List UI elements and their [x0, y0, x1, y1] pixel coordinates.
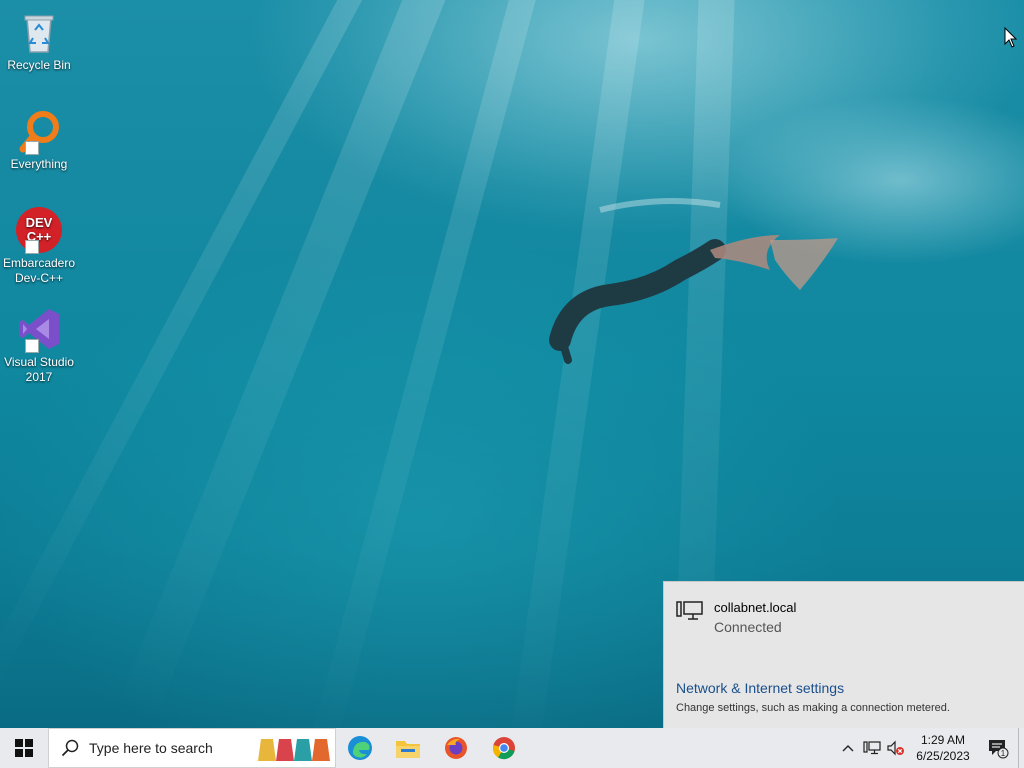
svg-text:DEV: DEV	[26, 215, 53, 230]
ethernet-icon	[863, 741, 881, 755]
everything-search-icon	[15, 107, 63, 155]
show-desktop-button[interactable]	[1018, 728, 1024, 768]
network-settings-description: Change settings, such as making a connec…	[676, 702, 950, 714]
desktop-icon-label: Recycle Bin	[7, 58, 71, 72]
chrome-icon	[492, 737, 515, 760]
visual-studio-icon	[15, 305, 63, 353]
search-icon	[61, 739, 79, 757]
chevron-up-icon	[842, 745, 854, 752]
network-flyout: collabnet.local Connected Network & Inte…	[663, 581, 1024, 728]
desktop-icon-recycle-bin[interactable]: Recycle Bin	[0, 8, 78, 73]
search-highlight-graphic-icon	[258, 739, 330, 761]
taskbar-clock[interactable]: 1:29 AM 6/25/2023	[908, 732, 978, 764]
diver-image	[549, 198, 838, 364]
desktop-icon-label: Visual Studio	[4, 355, 74, 369]
mouse-cursor-icon	[1004, 27, 1018, 48]
desktop-icon-devcpp[interactable]: DEV C++ Embarcadero Dev-C++	[0, 206, 78, 286]
taskbar-firefox[interactable]	[432, 728, 480, 768]
clock-time: 1:29 AM	[920, 733, 966, 747]
desktop-icon-label-line2: 2017	[25, 370, 53, 384]
network-settings-link[interactable]: Network & Internet settings	[676, 680, 844, 696]
devcpp-icon: DEV C++	[15, 206, 63, 254]
start-button[interactable]	[0, 728, 48, 768]
edge-icon	[348, 736, 372, 760]
ethernet-monitor-icon	[676, 601, 703, 620]
network-name: collabnet.local	[714, 600, 797, 615]
shortcut-arrow-icon	[25, 141, 39, 155]
taskbar-chrome[interactable]	[480, 728, 528, 768]
notification-count: 1	[1001, 749, 1006, 758]
taskbar-search-box[interactable]: Type here to search	[48, 728, 336, 768]
volume-tray-button[interactable]	[884, 728, 908, 768]
network-item[interactable]: collabnet.local Connected	[676, 600, 796, 635]
desktop-icon-label: Embarcadero	[2, 256, 76, 270]
search-placeholder: Type here to search	[89, 740, 213, 756]
system-tray: 1:29 AM 6/25/2023 1	[836, 728, 1024, 768]
desktop-icon-everything[interactable]: Everything	[0, 107, 78, 172]
taskbar-file-explorer[interactable]	[384, 728, 432, 768]
shortcut-arrow-icon	[25, 339, 39, 353]
file-explorer-icon	[396, 741, 420, 758]
shortcut-arrow-icon	[25, 240, 39, 254]
desktop-icon-visual-studio[interactable]: Visual Studio 2017	[0, 305, 78, 385]
desktop-icon-label-line2: Dev-C++	[14, 271, 64, 285]
volume-muted-icon	[887, 740, 904, 756]
taskbar-edge[interactable]	[336, 728, 384, 768]
desktop-icon-label: Everything	[10, 157, 68, 171]
action-center-button[interactable]: 1	[978, 728, 1018, 768]
recycle-bin-icon	[15, 8, 63, 56]
windows-logo-icon	[15, 739, 33, 757]
network-tray-button[interactable]	[860, 728, 884, 768]
show-hidden-icons-button[interactable]	[836, 728, 860, 768]
network-status: Connected	[714, 619, 782, 635]
firefox-icon	[445, 737, 467, 759]
clock-date: 6/25/2023	[916, 749, 970, 763]
taskbar: Type here to search 1:29 AM 6/25/2023 1	[0, 728, 1024, 768]
notification-icon: 1	[989, 740, 1009, 759]
